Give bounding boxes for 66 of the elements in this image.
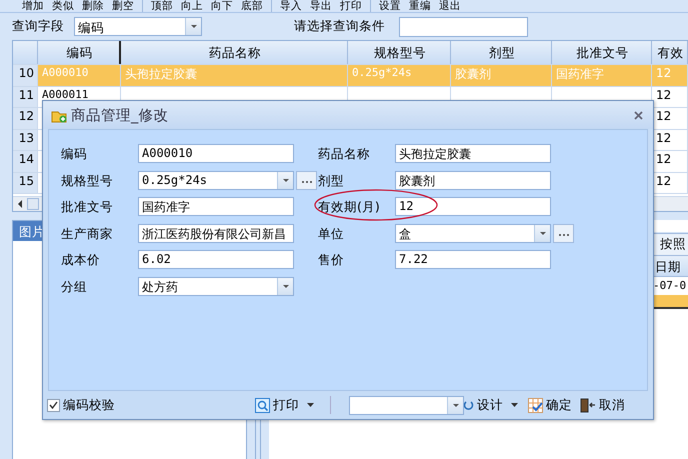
toolbar-button[interactable]: 导出 — [310, 0, 332, 12]
row-number: 11 — [13, 86, 38, 107]
field-label: 药品名称 — [318, 145, 371, 163]
toolbar-button[interactable]: 增加 — [22, 0, 44, 12]
text-field[interactable]: 国药准字 — [138, 197, 294, 216]
toolbar-button[interactable]: 类似 — [52, 0, 74, 12]
cancel-button[interactable]: 取消 — [580, 396, 625, 414]
toolbar-button[interactable]: 导入 — [280, 0, 302, 12]
toolbar-button[interactable]: 向下 — [211, 0, 233, 12]
text-field[interactable]: 12 — [395, 197, 551, 216]
field-label: 规格型号 — [61, 172, 114, 190]
row-number: 10 — [13, 65, 38, 86]
text-field[interactable]: 6.02 — [138, 250, 294, 269]
table-cell: 胶囊剂 — [451, 65, 552, 86]
table-cell-text: -07-0 — [653, 278, 688, 294]
combo-field[interactable]: 0.25g*24s — [138, 170, 294, 190]
toolbar-button[interactable]: 删除 — [82, 0, 104, 12]
sort-button[interactable]: 按照 — [653, 232, 688, 256]
row-number: 12 — [13, 108, 38, 128]
toolbar-button[interactable]: 设置 — [379, 0, 401, 12]
toolbar-button[interactable]: 顶部 — [151, 0, 173, 12]
toolbar-button[interactable]: 底部 — [241, 0, 263, 12]
dialog-title: 商品管理_修改 — [71, 106, 170, 124]
column-header[interactable]: 药品名称 — [121, 41, 348, 64]
toolbar-button[interactable]: 重编 — [409, 0, 431, 12]
table-cell: 国药准字 — [552, 65, 652, 86]
field-label: 生产商家 — [61, 224, 114, 242]
row-number: 14 — [13, 151, 38, 172]
field-label: 剂型 — [318, 172, 345, 190]
text-field[interactable]: 胶囊剂 — [395, 170, 551, 190]
design-button[interactable]: 设计 — [464, 396, 503, 414]
code-check-checkbox[interactable]: 编码校验 — [47, 396, 115, 414]
table-cell: A000010 — [38, 65, 121, 86]
text-field[interactable]: A000010 — [138, 144, 294, 163]
row-number: 13 — [13, 130, 38, 150]
field-label: 有效期(月) — [318, 198, 381, 216]
column-header[interactable]: 规格型号 — [348, 41, 451, 64]
table-cell: 头孢拉定胶囊 — [121, 65, 348, 86]
text-field[interactable]: 头孢拉定胶囊 — [395, 144, 551, 163]
toolbar-button[interactable]: 退出 — [439, 0, 461, 12]
field-label: 售价 — [318, 251, 345, 269]
field-label: 成本价 — [61, 251, 101, 269]
field-combo[interactable]: 编码 — [74, 17, 202, 36]
table-cell: 0.25g*24s — [348, 65, 451, 86]
print-button[interactable]: 打印 — [255, 396, 299, 414]
field-label: 分组 — [61, 278, 88, 296]
field-label: 批准文号 — [61, 198, 114, 216]
toolbar-button[interactable]: 删空 — [112, 0, 134, 12]
toolbar-button[interactable]: 向上 — [181, 0, 203, 12]
field-label: 查询字段 — [12, 18, 64, 35]
confirm-button[interactable]: 确定 — [528, 396, 572, 414]
column-header[interactable]: 剂型 — [451, 41, 552, 64]
field-label: 编码 — [61, 145, 88, 163]
table-row[interactable]: 10 A000010 头孢拉定胶囊 0.25g*24s 胶囊剂 国药准字 12 — [13, 65, 688, 86]
column-header[interactable]: 批准文号 — [552, 41, 652, 64]
field-label: 单位 — [318, 224, 345, 242]
column-header[interactable]: 日期 — [655, 256, 688, 276]
text-field[interactable]: 7.22 — [395, 250, 551, 269]
combo-field[interactable]: 处方药 — [138, 276, 294, 296]
text-field[interactable]: 浙江医药股份有限公司新昌 — [138, 224, 294, 242]
toolbar-button[interactable]: 打印 — [340, 0, 362, 12]
combo-field[interactable]: 盒 — [395, 224, 551, 242]
table-cell: 12 — [652, 65, 688, 86]
condition-label: 请选择查询条件 — [294, 18, 385, 35]
column-header[interactable]: 有效 — [652, 41, 688, 64]
row-number: 15 — [13, 172, 38, 193]
